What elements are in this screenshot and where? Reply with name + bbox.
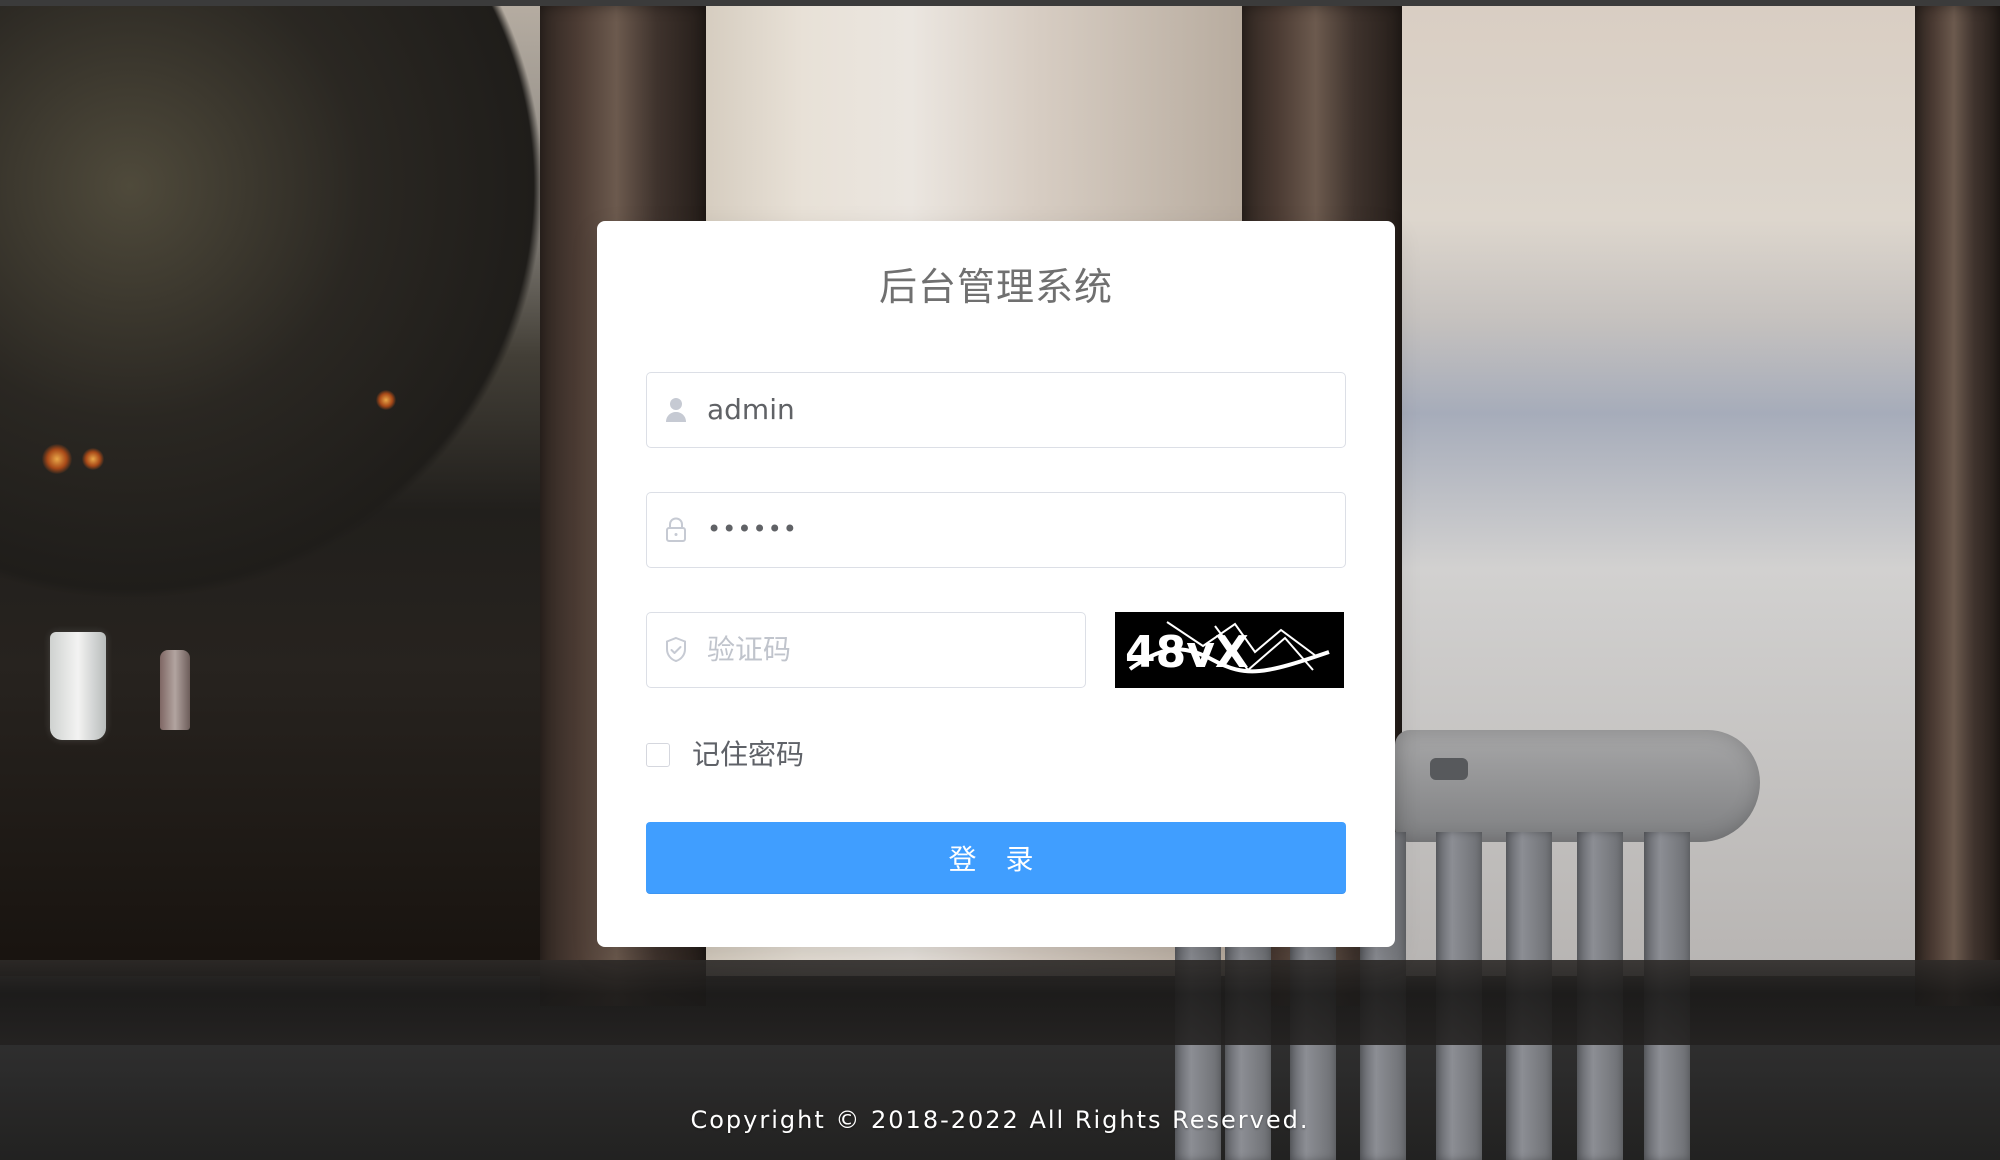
user-icon — [661, 395, 691, 425]
captcha-placeholder: 验证码 — [707, 633, 792, 666]
background-left-window — [0, 6, 555, 976]
remember-checkbox[interactable] — [646, 743, 670, 767]
username-value: admin — [707, 393, 795, 426]
username-field[interactable]: admin — [646, 372, 1346, 448]
login-card: 后台管理系统 admin •••••• 验证码 48vX 记住密码 登 录 — [597, 221, 1395, 947]
password-field[interactable]: •••••• — [646, 492, 1346, 568]
lock-icon — [661, 515, 691, 545]
password-value: •••••• — [707, 515, 798, 543]
background-bottle — [160, 650, 190, 730]
captcha-graphic: 48vX — [1115, 612, 1344, 688]
background-window-sill — [0, 960, 2000, 1045]
background-cup — [50, 632, 106, 740]
captcha-input[interactable]: 验证码 — [646, 612, 1086, 688]
background-light — [376, 390, 396, 410]
footer-copyright: Copyright © 2018-2022 All Rights Reserve… — [690, 1106, 1310, 1134]
shield-check-icon — [661, 635, 691, 665]
remember-row[interactable]: 记住密码 — [646, 737, 804, 773]
background-chair-back — [1395, 730, 1760, 842]
login-screen: 后台管理系统 admin •••••• 验证码 48vX 记住密码 登 录 Co… — [0, 0, 2000, 1160]
remember-label[interactable]: 记住密码 — [692, 737, 804, 773]
captcha-image[interactable]: 48vX — [1115, 612, 1344, 688]
window-frame-right — [1915, 6, 2000, 1006]
background-light — [42, 444, 72, 474]
background-light — [82, 448, 104, 470]
captcha-text: 48vX — [1125, 627, 1249, 678]
login-button[interactable]: 登 录 — [646, 822, 1346, 894]
page-title: 后台管理系统 — [878, 265, 1113, 309]
